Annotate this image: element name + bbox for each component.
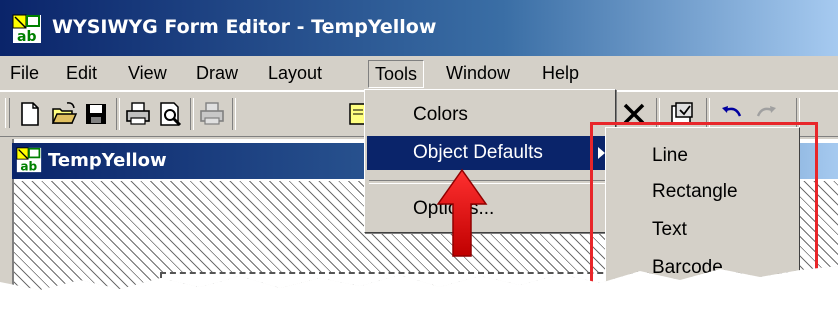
toolbar-separator [116, 98, 120, 130]
open-folder-icon[interactable] [50, 100, 78, 128]
toolbar-separator [232, 98, 236, 130]
menu-item-label: Colors [413, 104, 468, 125]
svg-text:ab: ab [20, 159, 37, 173]
annotation-highlight-box [590, 122, 818, 290]
menu-item-options[interactable]: Options... [367, 192, 613, 226]
app-icon: ab [12, 14, 41, 44]
disabled-print-icon [198, 100, 226, 128]
window-title: WYSIWYG Form Editor - TempYellow [52, 16, 437, 38]
screenshot-frame: ab WYSIWYG Form Editor - TempYellow File… [0, 0, 838, 290]
tools-menu-dropdown: Colors Object Defaults Options... [364, 89, 616, 233]
menu-tools[interactable]: Tools [368, 60, 425, 88]
menu-view[interactable]: View [122, 60, 173, 86]
window-title-bar[interactable]: ab WYSIWYG Form Editor - TempYellow [0, 0, 838, 56]
svg-text:ab: ab [17, 29, 36, 44]
form-page[interactable] [160, 272, 802, 290]
menu-separator [369, 180, 611, 184]
menu-window[interactable]: Window [440, 60, 516, 86]
new-icon[interactable] [16, 100, 44, 128]
menu-help[interactable]: Help [536, 60, 585, 86]
save-icon[interactable] [82, 100, 110, 128]
menu-bar: File Edit View Draw Layout Tools Window … [0, 56, 838, 91]
menu-edit[interactable]: Edit [60, 60, 103, 86]
menu-item-object-defaults[interactable]: Object Defaults [367, 136, 613, 170]
menu-item-colors[interactable]: Colors [367, 98, 613, 132]
menu-draw[interactable]: Draw [190, 60, 244, 86]
menu-layout[interactable]: Layout [262, 60, 328, 86]
toolbar-grip[interactable] [5, 98, 10, 128]
toolbar-separator [190, 98, 194, 130]
print-icon[interactable] [124, 100, 152, 128]
print-preview-icon[interactable] [156, 100, 184, 128]
document-icon: ab [16, 147, 42, 173]
menu-item-label: Object Defaults [413, 142, 543, 163]
menu-file[interactable]: File [4, 60, 45, 86]
document-title: TempYellow [48, 150, 167, 171]
annotation-arrow-icon [436, 168, 488, 257]
